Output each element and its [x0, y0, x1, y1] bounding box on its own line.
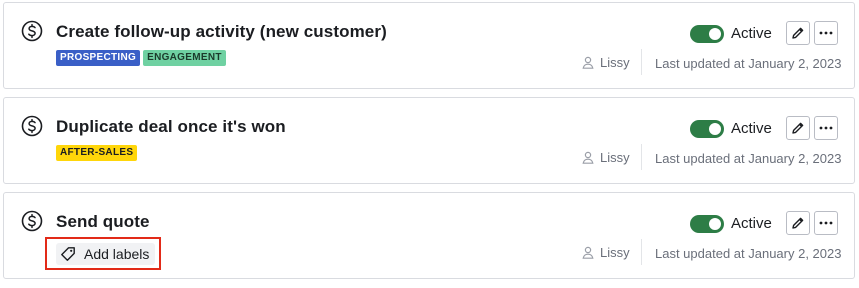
owner: Lissy — [582, 55, 630, 70]
owner-name: Lissy — [600, 150, 630, 165]
ellipsis-icon — [819, 126, 833, 130]
ellipsis-icon — [819, 31, 833, 35]
more-options-button[interactable] — [814, 21, 838, 45]
dollar-circle-icon — [21, 210, 43, 232]
user-icon — [582, 246, 594, 259]
automation-title[interactable]: Duplicate deal once it's won — [56, 117, 286, 137]
automation-list: Create follow-up activity (new customer)… — [0, 0, 859, 288]
dollar-circle-icon — [21, 20, 43, 42]
more-options-button[interactable] — [814, 116, 838, 140]
automation-card[interactable]: Create follow-up activity (new customer)… — [3, 2, 855, 89]
pencil-icon — [792, 122, 804, 134]
status-text: Active — [731, 120, 772, 137]
user-icon — [582, 56, 594, 69]
edit-button[interactable] — [786, 116, 810, 140]
owner: Lissy — [582, 245, 630, 260]
divider — [641, 49, 642, 75]
edit-button[interactable] — [786, 211, 810, 235]
automation-card[interactable]: Send quote Add labels Active Lissy Last … — [3, 192, 855, 279]
owner-name: Lissy — [600, 55, 630, 70]
add-labels-button[interactable]: Add labels — [56, 242, 156, 265]
last-updated: Last updated at January 2, 2023 — [655, 246, 842, 261]
active-toggle[interactable] — [690, 215, 724, 233]
automation-title[interactable]: Send quote — [56, 212, 150, 232]
last-updated: Last updated at January 2, 2023 — [655, 151, 842, 166]
user-icon — [582, 151, 594, 164]
label-group: AFTER-SALES — [56, 145, 138, 161]
active-toggle[interactable] — [690, 25, 724, 43]
more-options-button[interactable] — [814, 211, 838, 235]
label-badge[interactable]: ENGAGEMENT — [143, 50, 226, 66]
status-text: Active — [731, 215, 772, 232]
status-text: Active — [731, 25, 772, 42]
divider — [641, 144, 642, 170]
label-badge[interactable]: PROSPECTING — [56, 50, 141, 66]
last-updated: Last updated at January 2, 2023 — [655, 56, 842, 71]
tag-icon — [61, 246, 75, 261]
automation-card[interactable]: Duplicate deal once it's won AFTER-SALES… — [3, 97, 855, 184]
automation-title[interactable]: Create follow-up activity (new customer) — [56, 22, 387, 42]
active-toggle[interactable] — [690, 120, 724, 138]
label-badge[interactable]: AFTER-SALES — [56, 145, 138, 161]
label-group: PROSPECTING ENGAGEMENT — [56, 50, 226, 66]
edit-button[interactable] — [786, 21, 810, 45]
pencil-icon — [792, 217, 804, 229]
divider — [641, 239, 642, 265]
pencil-icon — [792, 27, 804, 39]
owner-name: Lissy — [600, 245, 630, 260]
ellipsis-icon — [819, 221, 833, 225]
dollar-circle-icon — [21, 115, 43, 137]
owner: Lissy — [582, 150, 630, 165]
add-labels-text: Add labels — [84, 245, 150, 262]
add-labels-highlight: Add labels — [45, 237, 161, 270]
